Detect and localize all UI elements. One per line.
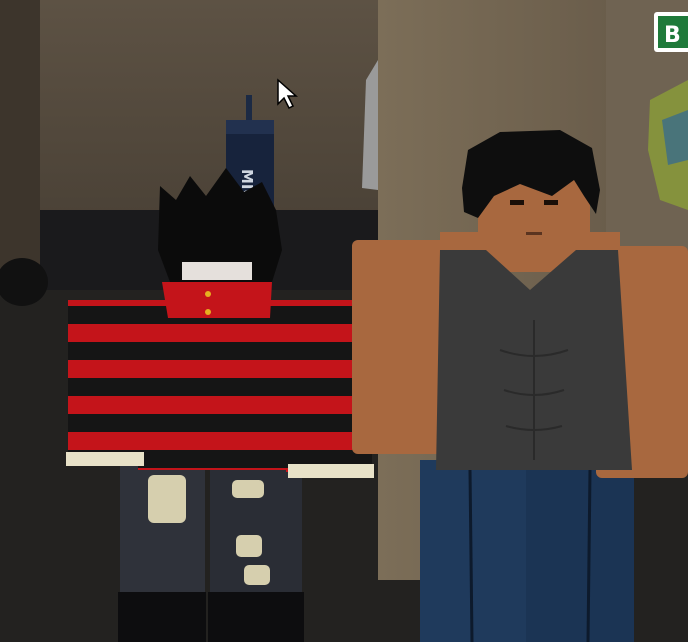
right-cuff: [288, 464, 374, 478]
eye: [510, 200, 524, 205]
scene-canvas: B MIC: [0, 0, 688, 642]
striped-sweater: [138, 300, 290, 470]
left-arm: [68, 300, 144, 462]
green-street-sign: B: [654, 12, 688, 52]
button-icon: [205, 309, 211, 315]
eye: [544, 200, 558, 205]
ripped-jeans: [118, 462, 304, 642]
sign-text: B: [664, 23, 681, 48]
face: [182, 262, 252, 280]
red-turtleneck: [162, 282, 272, 318]
button-icon: [205, 291, 211, 297]
left-cuff: [66, 452, 144, 466]
game-viewport[interactable]: B MIC: [0, 0, 688, 642]
blue-jeans: [420, 460, 634, 642]
mouth: [526, 232, 542, 235]
